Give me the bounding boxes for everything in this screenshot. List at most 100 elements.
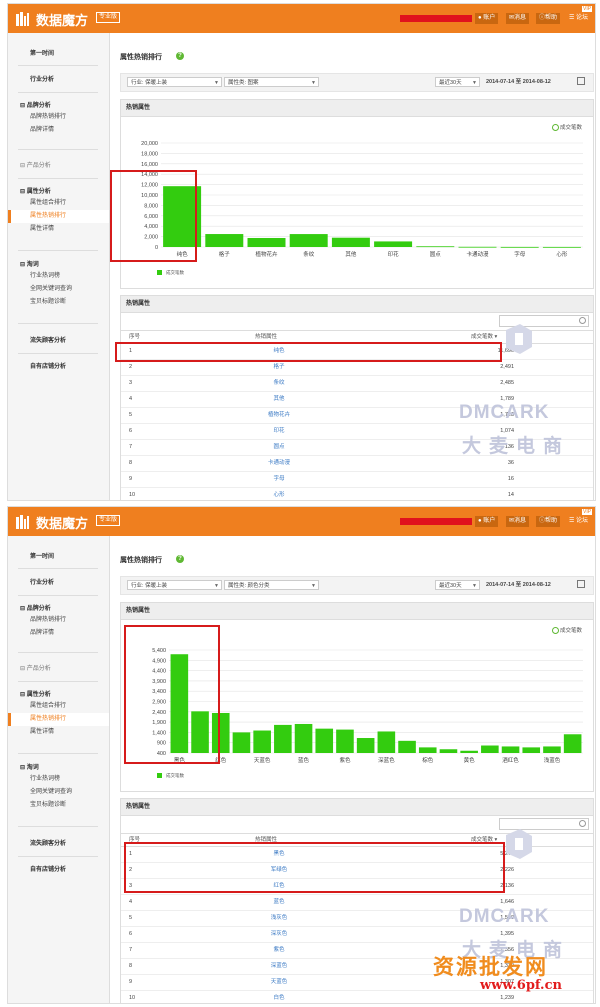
sidebar-attribute[interactable]: ⊟ 属性分析 <box>8 690 109 700</box>
search-input[interactable] <box>499 315 589 327</box>
period-select[interactable]: 最近30天 ▼ <box>435 77 480 87</box>
sidebar-item-attr-ranking[interactable]: 属性热销排行 <box>8 210 109 223</box>
bar[interactable] <box>460 750 478 753</box>
row-attr-link[interactable]: 深蓝色 <box>261 958 297 974</box>
sidebar-item-brand-ranking[interactable]: 品牌热销排行 <box>8 614 109 627</box>
sidebar-item-brand-ranking[interactable]: 品牌热销排行 <box>8 111 109 124</box>
attribute-select[interactable]: 属性类: 图案 ▼ <box>224 77 319 87</box>
row-attr-link[interactable]: 卡通动漫 <box>261 455 297 471</box>
sidebar-item-attr-combo[interactable]: 属性组合排行 <box>8 700 109 713</box>
attribute-select[interactable]: 属性类: 颜色分类 ▼ <box>224 580 319 590</box>
row-attr-link[interactable]: 深灰色 <box>261 926 297 942</box>
row-attr-link[interactable]: 条纹 <box>261 375 297 391</box>
row-attr-link[interactable]: 纯色 <box>261 343 297 359</box>
row-attr-link[interactable]: 心形 <box>261 487 297 500</box>
bar[interactable] <box>294 723 313 753</box>
bar[interactable] <box>418 747 437 753</box>
period-select[interactable]: 最近30天 ▼ <box>435 580 480 590</box>
sidebar-item-hot-words[interactable]: 行业热词榜 <box>8 773 109 786</box>
bar[interactable] <box>500 246 539 248</box>
sidebar-item-hot-words[interactable]: 行业热词榜 <box>8 270 109 283</box>
row-attr-link[interactable]: 白色 <box>261 990 297 1003</box>
messages-button[interactable]: ✉消息 <box>506 516 530 527</box>
sidebar-industry[interactable]: 行业分析 <box>8 75 109 85</box>
help-icon[interactable]: ? <box>176 555 184 563</box>
account-button[interactable]: ● 账户 <box>475 13 499 24</box>
bar[interactable] <box>481 745 499 753</box>
bar[interactable] <box>563 734 582 753</box>
row-attr-link[interactable]: 军绿色 <box>261 862 297 878</box>
industry-select[interactable]: 行业: 保暖上装 ▼ <box>127 580 222 590</box>
row-attr-link[interactable]: 字母 <box>261 471 297 487</box>
sidebar-item-title-diagnosis[interactable]: 宝贝标题诊断 <box>8 799 109 812</box>
sidebar-product[interactable]: ⊟ 产品分析 <box>8 664 109 674</box>
sidebar-search-words[interactable]: ⊟ 淘词 <box>8 260 109 270</box>
row-attr-link[interactable]: 天蓝色 <box>261 974 297 990</box>
row-attr-link[interactable]: 浅灰色 <box>261 910 297 926</box>
sidebar-lost-customers[interactable]: 流失顾客分析 <box>8 336 109 346</box>
industry-select[interactable]: 行业: 保暖上装 ▼ <box>127 77 222 87</box>
bar[interactable] <box>543 746 561 753</box>
sidebar-item-attr-detail[interactable]: 属性详情 <box>8 726 109 739</box>
sidebar-search-words[interactable]: ⊟ 淘词 <box>8 763 109 773</box>
bar[interactable] <box>336 729 354 753</box>
bar[interactable] <box>289 234 328 247</box>
bar[interactable] <box>232 732 251 753</box>
bar[interactable] <box>205 234 244 247</box>
help-icon[interactable]: ? <box>176 52 184 60</box>
row-attr-link[interactable]: 格子 <box>261 359 297 375</box>
sidebar-industry[interactable]: 行业分析 <box>8 578 109 588</box>
bar[interactable] <box>458 246 497 248</box>
bar[interactable] <box>439 749 458 753</box>
sidebar-item-title-diagnosis[interactable]: 宝贝标题诊断 <box>8 296 109 309</box>
row-attr-link[interactable]: 其他 <box>261 391 297 407</box>
col-count[interactable]: 成交笔数 ▾ <box>471 331 497 343</box>
sidebar-first-period[interactable]: 第一时间 <box>8 552 109 562</box>
row-attr-link[interactable]: 印花 <box>261 423 297 439</box>
bar[interactable] <box>315 728 334 753</box>
row-attr-link[interactable]: 蓝色 <box>261 894 297 910</box>
sidebar-item-keyword-query[interactable]: 全网关键词查询 <box>8 283 109 296</box>
help-button[interactable]: ⓘ帮助 <box>536 516 561 527</box>
sidebar-own-store[interactable]: 自有店铺分析 <box>8 865 109 875</box>
calendar-icon[interactable] <box>577 580 585 588</box>
bar[interactable] <box>542 246 581 248</box>
sidebar-product[interactable]: ⊟ 产品分析 <box>8 161 109 171</box>
sidebar-brand[interactable]: ⊟ 品牌分析 <box>8 604 109 614</box>
bar[interactable] <box>274 724 292 753</box>
bar[interactable] <box>163 186 202 247</box>
account-button[interactable]: ● 账户 <box>475 516 499 527</box>
sidebar-item-keyword-query[interactable]: 全网关键词查询 <box>8 786 109 799</box>
sidebar-first-period[interactable]: 第一时间 <box>8 49 109 59</box>
date-range[interactable]: 2014-07-14 至 2014-08-12 <box>483 580 588 590</box>
bar[interactable] <box>247 238 286 247</box>
bar[interactable] <box>398 740 416 753</box>
row-attr-link[interactable]: 红色 <box>261 878 297 894</box>
forum-button[interactable]: ☰ 论坛 <box>566 516 591 527</box>
bar[interactable] <box>191 711 209 753</box>
bar[interactable] <box>211 712 230 753</box>
bar[interactable] <box>416 246 455 248</box>
bar[interactable] <box>170 654 189 753</box>
sidebar-item-attr-detail[interactable]: 属性详情 <box>8 223 109 236</box>
bar[interactable] <box>374 241 413 247</box>
row-attr-link[interactable]: 紫色 <box>261 942 297 958</box>
sidebar-own-store[interactable]: 自有店铺分析 <box>8 362 109 372</box>
sidebar-item-brand-detail[interactable]: 品牌详情 <box>8 627 109 640</box>
search-input[interactable] <box>499 818 589 830</box>
sidebar-item-brand-detail[interactable]: 品牌详情 <box>8 124 109 137</box>
bar[interactable] <box>522 747 541 753</box>
row-attr-link[interactable]: 圆点 <box>261 439 297 455</box>
sidebar-item-attr-combo[interactable]: 属性组合排行 <box>8 197 109 210</box>
help-button[interactable]: ⓘ帮助 <box>536 13 561 24</box>
sidebar-brand[interactable]: ⊟ 品牌分析 <box>8 101 109 111</box>
messages-button[interactable]: ✉消息 <box>506 13 530 24</box>
row-attr-link[interactable]: 黑色 <box>261 846 297 862</box>
forum-button[interactable]: ☰ 论坛 <box>566 13 591 24</box>
sidebar-attribute[interactable]: ⊟ 属性分析 <box>8 187 109 197</box>
row-attr-link[interactable]: 植物花卉 <box>261 407 297 423</box>
bar[interactable] <box>356 738 375 753</box>
date-range[interactable]: 2014-07-14 至 2014-08-12 <box>483 77 588 87</box>
bar[interactable] <box>253 730 271 753</box>
bar[interactable] <box>501 746 520 753</box>
